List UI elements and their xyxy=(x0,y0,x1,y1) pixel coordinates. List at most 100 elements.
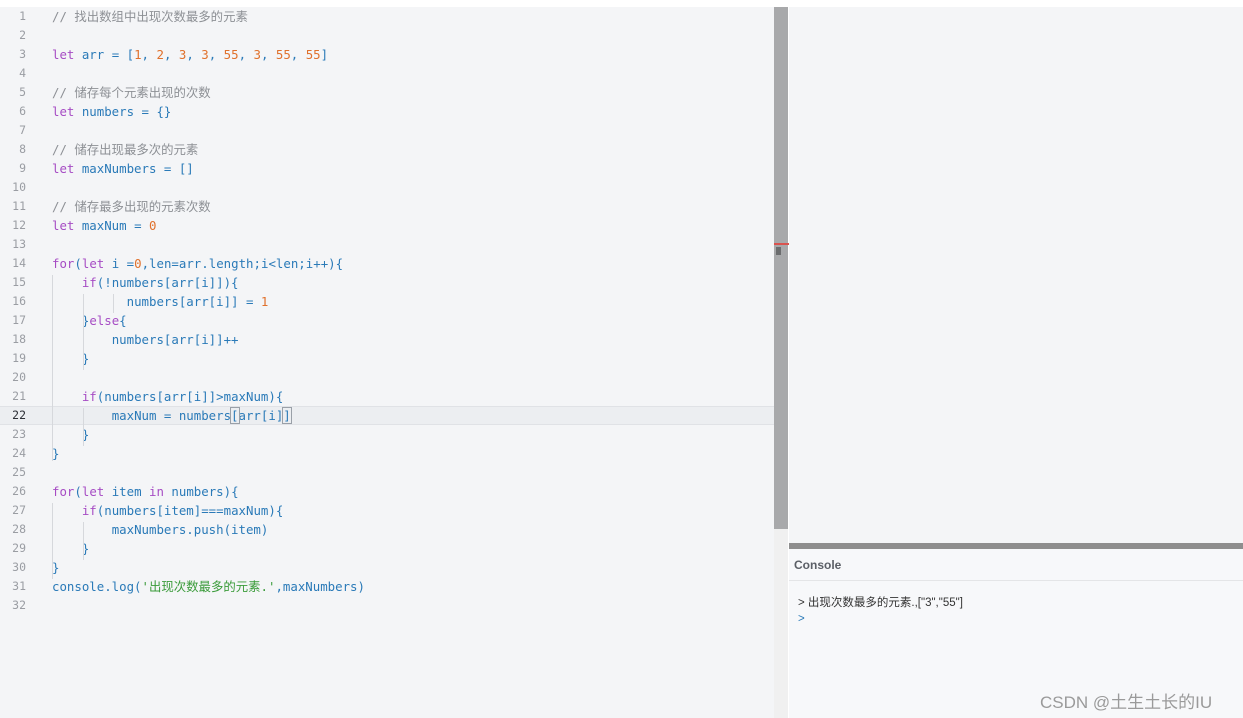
code-line[interactable]: 9 let maxNumbers = [] xyxy=(0,159,774,178)
code-line[interactable]: 16 numbers[arr[i]] = 1 xyxy=(0,292,774,311)
line-number: 13 xyxy=(12,237,26,251)
line-number: 2 xyxy=(19,28,26,42)
code-token: ] xyxy=(320,47,329,62)
code-token: = xyxy=(163,408,179,423)
code-token: ] xyxy=(282,407,292,424)
code-token: ++){ xyxy=(313,256,344,271)
code-token: item xyxy=(111,484,150,499)
code-line[interactable]: 7 xyxy=(0,121,774,140)
code-token: i xyxy=(111,256,127,271)
code-line[interactable]: 8 // 储存出现最多次的元素 xyxy=(0,140,774,159)
code-token: if xyxy=(81,389,97,404)
code-token: } xyxy=(52,446,60,461)
code-line[interactable]: 25 xyxy=(0,463,774,482)
code-token: ++ xyxy=(223,332,239,347)
code-token: numbers[arr[i]] xyxy=(104,389,217,404)
code-token: , xyxy=(238,47,254,62)
code-line[interactable]: 29 } xyxy=(0,539,774,558)
line-code: numbers[arr[i]] = 1 xyxy=(52,292,269,311)
code-line[interactable]: 26 for(let item in numbers){ xyxy=(0,482,774,501)
code-token: maxNum xyxy=(81,218,135,233)
code-token: numbers[item] xyxy=(104,503,202,518)
code-token: = xyxy=(245,294,261,309)
code-token: len xyxy=(149,256,172,271)
code-token: maxNumbers xyxy=(282,579,358,594)
code-line[interactable]: 31 console.log('出现次数最多的元素.',maxNumbers) xyxy=(0,577,774,596)
code-line[interactable]: 1 // 找出数组中出现次数最多的元素 xyxy=(0,7,774,26)
line-number: 23 xyxy=(12,427,26,441)
code-line[interactable]: 11 // 储存最多出现的元素次数 xyxy=(0,197,774,216)
code-line[interactable]: 32 xyxy=(0,596,774,615)
code-line[interactable]: 10 xyxy=(0,178,774,197)
code-line[interactable]: 21 if(numbers[arr[i]]>maxNum){ xyxy=(0,387,774,406)
code-line[interactable]: 27 if(numbers[item]===maxNum){ xyxy=(0,501,774,520)
line-code: // 储存最多出现的元素次数 xyxy=(52,197,211,216)
code-token: // 找出数组中出现次数最多的元素 xyxy=(52,9,248,24)
code-token: maxNumbers xyxy=(81,161,164,176)
code-line[interactable]: 3 let arr = [1, 2, 3, 3, 55, 3, 55, 55] xyxy=(0,45,774,64)
code-token: = xyxy=(171,256,179,271)
line-code: // 储存每个元素出现的次数 xyxy=(52,83,211,102)
line-number: 6 xyxy=(19,104,26,118)
editor-scrollbar-thumb[interactable] xyxy=(774,7,788,529)
code-token: 2 xyxy=(156,47,164,62)
line-code: console.log('出现次数最多的元素.',maxNumbers) xyxy=(52,577,365,596)
code-token: 55 xyxy=(223,47,239,62)
console-header: Console xyxy=(789,549,1243,581)
line-number: 18 xyxy=(12,332,26,346)
code-line[interactable]: 4 xyxy=(0,64,774,83)
code-token: 0 xyxy=(134,256,142,271)
code-line[interactable]: 18 numbers[arr[i]]++ xyxy=(0,330,774,349)
code-token: { xyxy=(119,313,127,328)
code-line[interactable]: 12 let maxNum = 0 xyxy=(0,216,774,235)
line-code: }else{ xyxy=(52,311,127,330)
line-code: maxNum = numbers[arr[i]] xyxy=(52,407,292,424)
code-line[interactable]: 20 xyxy=(0,368,774,387)
code-token: = [] xyxy=(163,161,194,176)
indent-guide xyxy=(52,503,53,579)
code-token: [ xyxy=(229,407,240,424)
code-line[interactable]: 23 } xyxy=(0,425,774,444)
code-token: ){ xyxy=(223,275,239,290)
code-line[interactable]: 13 xyxy=(0,235,774,254)
line-number: 24 xyxy=(12,446,26,460)
line-code: for(let i =0,len=arr.length;i<len;i++){ xyxy=(52,254,343,273)
code-line[interactable]: 15 if(!numbers[arr[i]]){ xyxy=(0,273,774,292)
code-token: numbers xyxy=(81,104,142,119)
code-line[interactable]: 30} xyxy=(0,558,774,577)
line-number: 20 xyxy=(12,370,26,384)
line-code: // 储存出现最多次的元素 xyxy=(52,140,198,159)
scroll-marker-cursor xyxy=(776,247,781,255)
code-editor[interactable]: 1// 找出数组中出现次数最多的元素 2 3 let arr = [1, 2, 3, … xyxy=(0,0,774,718)
line-code: let maxNumbers = [] xyxy=(52,159,194,178)
code-token: // 储存最多出现的元素次数 xyxy=(52,199,211,214)
code-line[interactable]: 5 // 储存每个元素出现的次数 xyxy=(0,83,774,102)
code-line[interactable]: 2 xyxy=(0,26,774,45)
line-number: 12 xyxy=(12,218,26,232)
code-token: let xyxy=(52,104,82,119)
code-line[interactable]: 22 maxNum = numbers[arr[i]] xyxy=(0,406,774,425)
code-token: if xyxy=(81,275,97,290)
code-token: for xyxy=(52,484,75,499)
code-line[interactable]: 6 let numbers = {} xyxy=(0,102,774,121)
code-token: // 储存每个元素出现的次数 xyxy=(52,85,211,100)
code-line[interactable]: 14 for(let i =0,len=arr.length;i<len;i++)… xyxy=(0,254,774,273)
line-number: 7 xyxy=(19,123,26,137)
console-input-prompt[interactable]: > xyxy=(798,613,805,625)
code-token: numbers xyxy=(178,408,232,423)
code-line[interactable]: 24} xyxy=(0,444,774,463)
indent-guide xyxy=(52,275,53,461)
code-token: maxNumbers.push(item) xyxy=(111,522,269,537)
code-line[interactable]: 17 }else{ xyxy=(0,311,774,330)
code-token: let xyxy=(52,161,82,176)
code-token: let xyxy=(81,256,112,271)
line-number: 30 xyxy=(12,560,26,574)
code-line[interactable]: 28 maxNumbers.push(item) xyxy=(0,520,774,539)
code-token: maxNum xyxy=(223,503,269,518)
code-line[interactable]: 19 } xyxy=(0,349,774,368)
code-token: '出现次数最多的元素.' xyxy=(141,579,276,594)
